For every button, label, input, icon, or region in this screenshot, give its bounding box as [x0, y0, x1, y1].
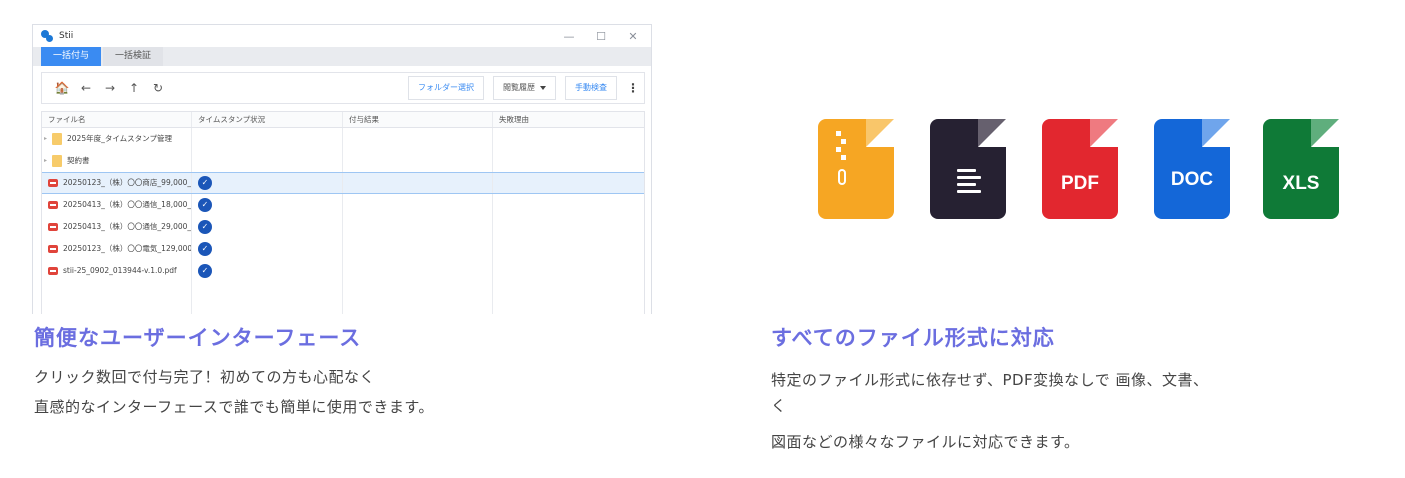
- tab-bulk-verify[interactable]: 一括検証: [103, 47, 164, 66]
- pdf-icon-label: PDF: [1061, 173, 1099, 194]
- file-name: 契約書: [67, 156, 90, 165]
- tab-bulk-stamp[interactable]: 一括付与: [41, 47, 102, 66]
- column-header-timestamp-status[interactable]: タイムスタンプ状況: [192, 112, 343, 127]
- app-title: Stii: [59, 31, 74, 41]
- table-row[interactable]: ▸ 契約書: [42, 150, 644, 172]
- maximize-icon[interactable]: ☐: [595, 30, 607, 43]
- pdf-file-icon: [48, 179, 58, 187]
- file-name: stii-25_0902_013944-v.1.0.pdf: [63, 266, 177, 275]
- file-name: 20250413_（株）〇〇通信_18,000_: [63, 200, 191, 209]
- title-bar: Stii — ☐ ✕: [33, 25, 651, 47]
- file-name: 20250413_（株）〇〇通信_29,000_: [63, 222, 191, 231]
- history-dropdown[interactable]: 閲覧履歴: [493, 76, 556, 100]
- home-icon[interactable]: 🏠: [52, 81, 72, 95]
- minimize-icon[interactable]: —: [563, 30, 575, 43]
- up-icon[interactable]: ↑: [124, 81, 144, 95]
- feature-body-line: 直感的なインターフェースで誰でも簡単に使用できます。: [34, 398, 434, 416]
- empty-table-space: [42, 282, 644, 314]
- zip-icon: [818, 119, 894, 219]
- feature-body-line: 特定のファイル形式に依存せず、PDF変換なしで 画像、文書、: [771, 371, 1209, 389]
- back-icon[interactable]: ←: [76, 81, 96, 95]
- folder-select-button[interactable]: フォルダー選択: [408, 76, 484, 100]
- text-file-icon: [930, 119, 1006, 219]
- forward-icon[interactable]: →: [100, 81, 120, 95]
- pdf-icon: PDF: [1042, 119, 1118, 219]
- toolbar: 🏠 ← → ↑ ↻ フォルダー選択 閲覧履歴 手動検査 ⋮: [41, 72, 645, 104]
- file-table: ファイル名 タイムスタンプ状況 付与結果 失敗理由 ▸ 2025年度_タイムスタン…: [41, 111, 645, 314]
- feature-body-formats: 特定のファイル形式に依存せず、PDF変換なしで 画像、文書、 く 図面などの様々…: [771, 362, 1209, 460]
- pdf-file-icon: [48, 267, 58, 275]
- history-label: 閲覧履歴: [503, 83, 535, 92]
- check-circle-icon: ✓: [198, 220, 212, 234]
- close-icon[interactable]: ✕: [627, 30, 639, 43]
- more-menu-icon[interactable]: ⋮: [626, 81, 640, 95]
- feature-heading-formats: すべてのファイル形式に対応: [771, 326, 1055, 350]
- feature-body-line: クリック数回で付与完了！初めての方も心配なく: [34, 368, 376, 386]
- caret-down-icon: [540, 85, 546, 90]
- app-logo-icon: [41, 30, 53, 42]
- table-row[interactable]: 20250413_（株）〇〇通信_29,000_ ✓: [42, 216, 644, 238]
- table-row[interactable]: 20250413_（株）〇〇通信_18,000_ ✓: [42, 194, 644, 216]
- xls-icon-label: XLS: [1282, 173, 1320, 194]
- table-header: ファイル名 タイムスタンプ状況 付与結果 失敗理由: [42, 112, 644, 128]
- check-circle-icon: ✓: [198, 176, 212, 190]
- column-header-failure-reason[interactable]: 失敗理由: [493, 112, 644, 127]
- expand-icon[interactable]: ▸: [44, 150, 52, 172]
- file-name: 2025年度_タイムスタンプ管理: [67, 134, 172, 143]
- table-row[interactable]: 20250123_（株）〇〇電気_129,000_ ✓: [42, 238, 644, 260]
- pdf-file-icon: [48, 201, 58, 209]
- feature-body-ui: クリック数回で付与完了！初めての方も心配なく 直感的なインターフェースで誰でも簡…: [34, 362, 434, 422]
- table-row[interactable]: ▸ 2025年度_タイムスタンプ管理: [42, 128, 644, 150]
- table-row-selected[interactable]: 20250123_（株）〇〇商店_99,000_ ✓: [42, 172, 644, 194]
- check-circle-icon: ✓: [198, 264, 212, 278]
- column-header-filename[interactable]: ファイル名: [42, 112, 192, 127]
- folder-icon: [52, 133, 62, 145]
- file-name: 20250123_（株）〇〇商店_99,000_: [63, 178, 191, 187]
- pdf-file-icon: [48, 245, 58, 253]
- check-circle-icon: ✓: [198, 242, 212, 256]
- refresh-icon[interactable]: ↻: [148, 81, 168, 95]
- tab-bar: 一括付与 一括検証: [33, 47, 651, 66]
- file-name: 20250123_（株）〇〇電気_129,000_: [63, 244, 191, 253]
- column-header-result[interactable]: 付与結果: [343, 112, 493, 127]
- xls-icon: XLS: [1263, 119, 1339, 219]
- table-row[interactable]: stii-25_0902_013944-v.1.0.pdf ✓: [42, 260, 644, 282]
- check-circle-icon: ✓: [198, 198, 212, 212]
- doc-icon-label: DOC: [1170, 169, 1214, 190]
- folder-icon: [52, 155, 62, 167]
- pdf-file-icon: [48, 223, 58, 231]
- expand-icon[interactable]: ▸: [44, 128, 52, 150]
- feature-heading-ui: 簡便なユーザーインターフェース: [34, 326, 362, 350]
- doc-icon: DOC: [1154, 119, 1230, 219]
- feature-body-line: 図面などの様々なファイルに対応できます。: [771, 433, 1080, 451]
- manual-verify-button[interactable]: 手動検査: [565, 76, 617, 100]
- app-window-screenshot: Stii — ☐ ✕ 一括付与 一括検証 🏠 ← → ↑ ↻ フォルダー選択 閲…: [32, 24, 652, 314]
